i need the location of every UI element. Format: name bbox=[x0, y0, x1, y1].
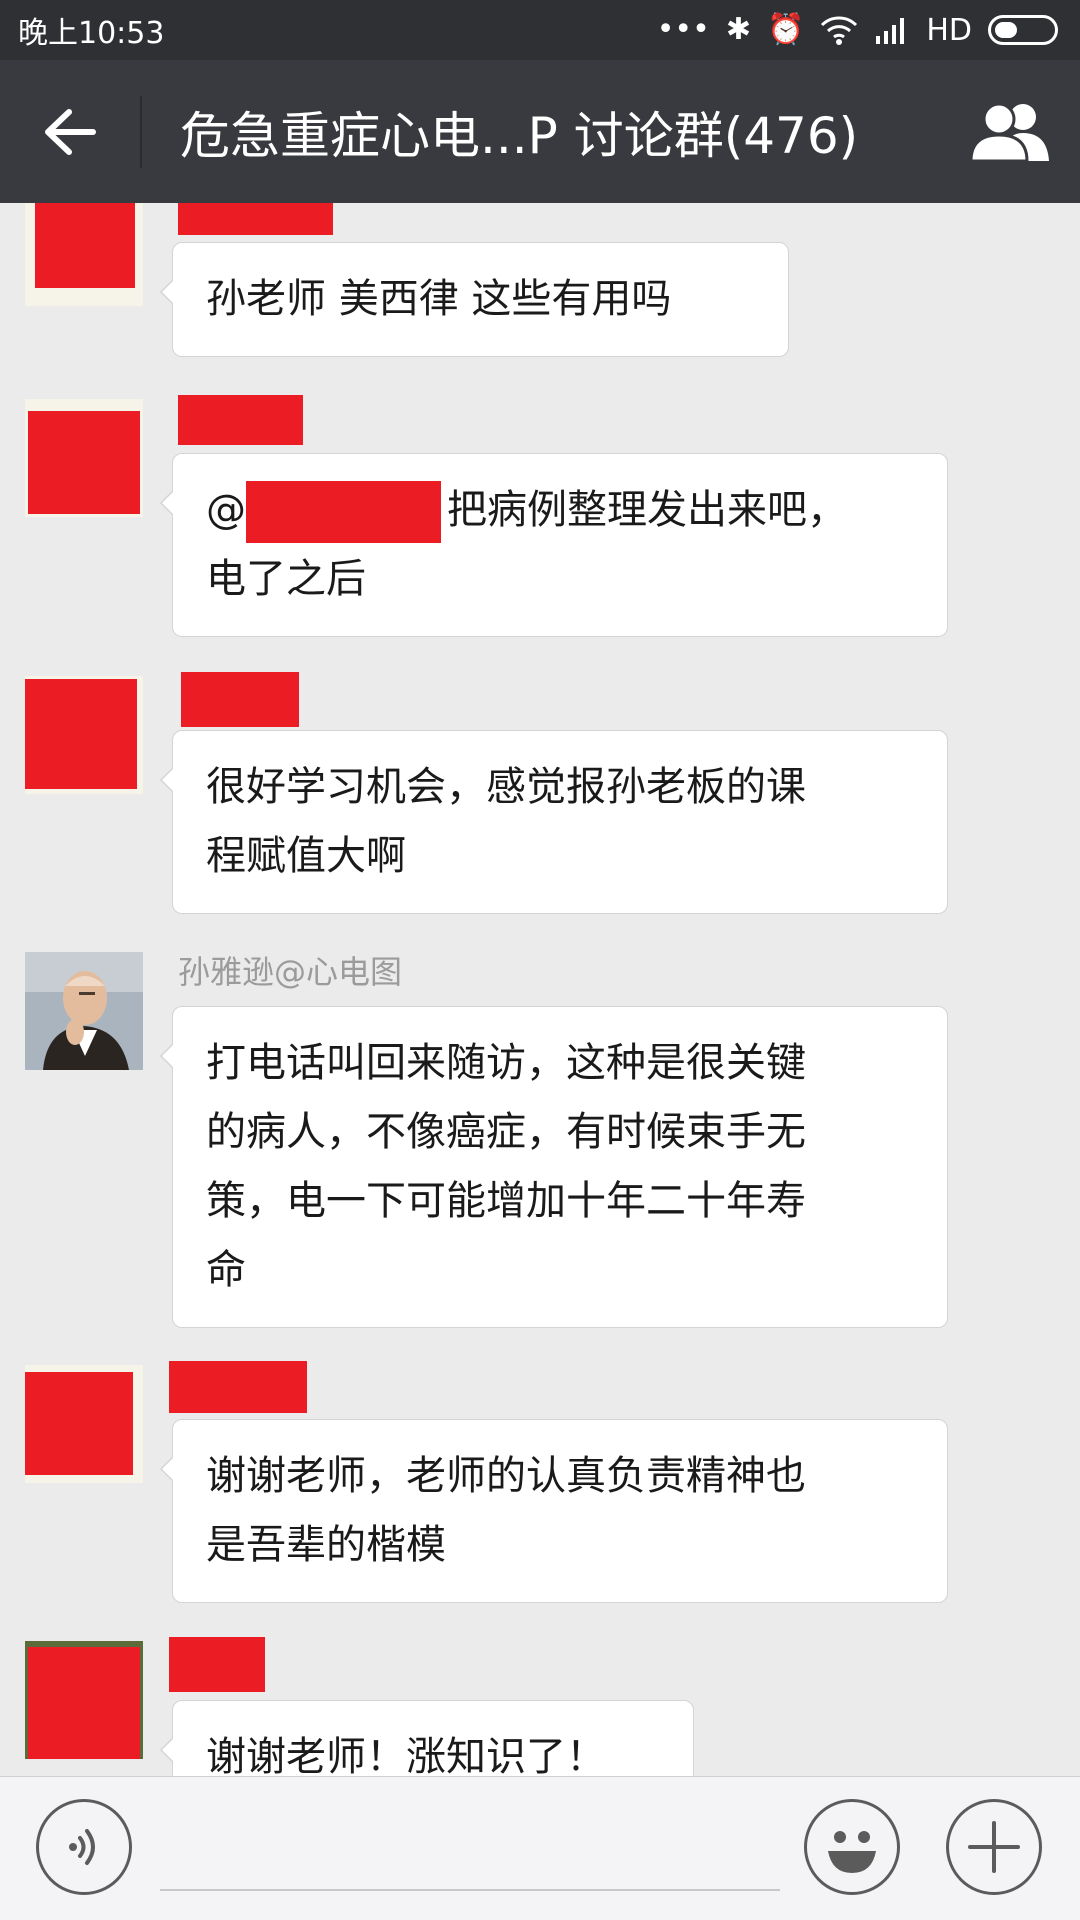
sender-name-redacted bbox=[169, 1637, 265, 1692]
message-text-line1: 很好学习机会，感觉报孙老板的课 bbox=[206, 764, 806, 810]
message-bubble[interactable]: 很好学习机会，感觉报孙老板的课 程赋值大啊 bbox=[160, 730, 948, 914]
avatar-redaction bbox=[28, 411, 140, 514]
back-arrow-icon bbox=[45, 108, 96, 155]
teacher-photo bbox=[25, 952, 143, 1070]
avatar[interactable] bbox=[25, 203, 143, 306]
message-input[interactable] bbox=[160, 1807, 780, 1891]
voice-icon bbox=[69, 1829, 95, 1865]
bluetooth-icon: ✱ bbox=[725, 12, 751, 47]
avatar[interactable] bbox=[25, 1365, 143, 1483]
wifi-icon bbox=[821, 16, 858, 45]
battery-icon bbox=[988, 15, 1058, 45]
message-text-line2: 程赋值大啊 bbox=[206, 833, 406, 879]
sender-name-redacted bbox=[178, 395, 303, 445]
message-text: 谢谢老师！涨知识了！ bbox=[206, 1734, 606, 1776]
network-type: HD bbox=[926, 12, 972, 48]
voice-button[interactable] bbox=[36, 1799, 132, 1895]
emoji-button[interactable] bbox=[804, 1799, 900, 1895]
message-text: 孙老师 美西律 这些有用吗 bbox=[206, 276, 672, 322]
more-dots-icon: ••• bbox=[656, 12, 710, 47]
avatar[interactable] bbox=[25, 676, 143, 794]
message-text-line1: 打电话叫回来随访，这种是很关键 bbox=[206, 1040, 806, 1086]
avatar-redaction bbox=[35, 203, 135, 288]
message-text-line2: 电了之后 bbox=[206, 556, 366, 602]
status-bar: 晚上10:53 ••• ✱ ⏰ HD bbox=[0, 0, 1080, 60]
message-text-line2: 的病人，不像癌症，有时候束手无 bbox=[206, 1109, 806, 1155]
chat-header: 危急重症心电...P 讨论群(476) bbox=[0, 60, 1080, 203]
signal-icon bbox=[876, 18, 905, 44]
mention-name-redacted bbox=[246, 481, 441, 543]
chat-title: 危急重症心电...P 讨论群(476) bbox=[180, 106, 859, 165]
message-bubble[interactable]: 孙老师 美西律 这些有用吗 bbox=[160, 242, 789, 357]
message-list[interactable]: 孙老师 美西律 这些有用吗 @ 把病例整理发出来吧， 电了之后 很好学习机会，感觉… bbox=[0, 203, 1080, 1776]
status-icons: ••• ✱ ⏰ HD bbox=[657, 13, 1058, 48]
avatar-redaction bbox=[28, 1647, 140, 1759]
emoji-icon bbox=[828, 1831, 876, 1873]
message-bubble[interactable]: @ 把病例整理发出来吧， 电了之后 bbox=[160, 453, 948, 637]
avatar-redaction bbox=[25, 679, 137, 789]
status-time: 晚上10:53 bbox=[18, 16, 165, 51]
back-button[interactable] bbox=[0, 60, 140, 203]
plus-icon bbox=[968, 1821, 1020, 1873]
group-members-button[interactable] bbox=[940, 60, 1080, 203]
avatar[interactable] bbox=[25, 1641, 143, 1759]
sender-name-redacted bbox=[178, 203, 333, 235]
message-bubble[interactable]: 打电话叫回来随访，这种是很关键 的病人，不像癌症，有时候束手无 策，电一下可能增… bbox=[160, 1006, 948, 1328]
message-bubble[interactable]: 谢谢老师！涨知识了！ bbox=[160, 1700, 694, 1776]
message-text: 把病例整理发出来吧， bbox=[447, 487, 847, 533]
message-text-line2: 是吾辈的楷模 bbox=[206, 1522, 446, 1568]
message-text-line1: 谢谢老师，老师的认真负责精神也 bbox=[206, 1453, 806, 1499]
alarm-icon: ⏰ bbox=[766, 12, 805, 47]
more-button[interactable] bbox=[946, 1799, 1042, 1895]
sender-name-redacted bbox=[181, 672, 299, 727]
message-text-line4: 命 bbox=[206, 1247, 246, 1293]
avatar[interactable] bbox=[25, 399, 143, 517]
sender-name-redacted bbox=[169, 1361, 307, 1413]
avatar-redaction bbox=[25, 1372, 133, 1475]
message-bubble[interactable]: 谢谢老师，老师的认真负责精神也 是吾辈的楷模 bbox=[160, 1419, 948, 1603]
mention-at: @ bbox=[206, 487, 246, 533]
input-bar bbox=[0, 1776, 1080, 1920]
sender-name: 孙雅逊@心电图 bbox=[178, 953, 403, 991]
group-members-icon bbox=[969, 102, 1049, 162]
teacher-avatar[interactable] bbox=[25, 952, 143, 1070]
message-text-line3: 策，电一下可能增加十年二十年寿 bbox=[206, 1178, 806, 1224]
